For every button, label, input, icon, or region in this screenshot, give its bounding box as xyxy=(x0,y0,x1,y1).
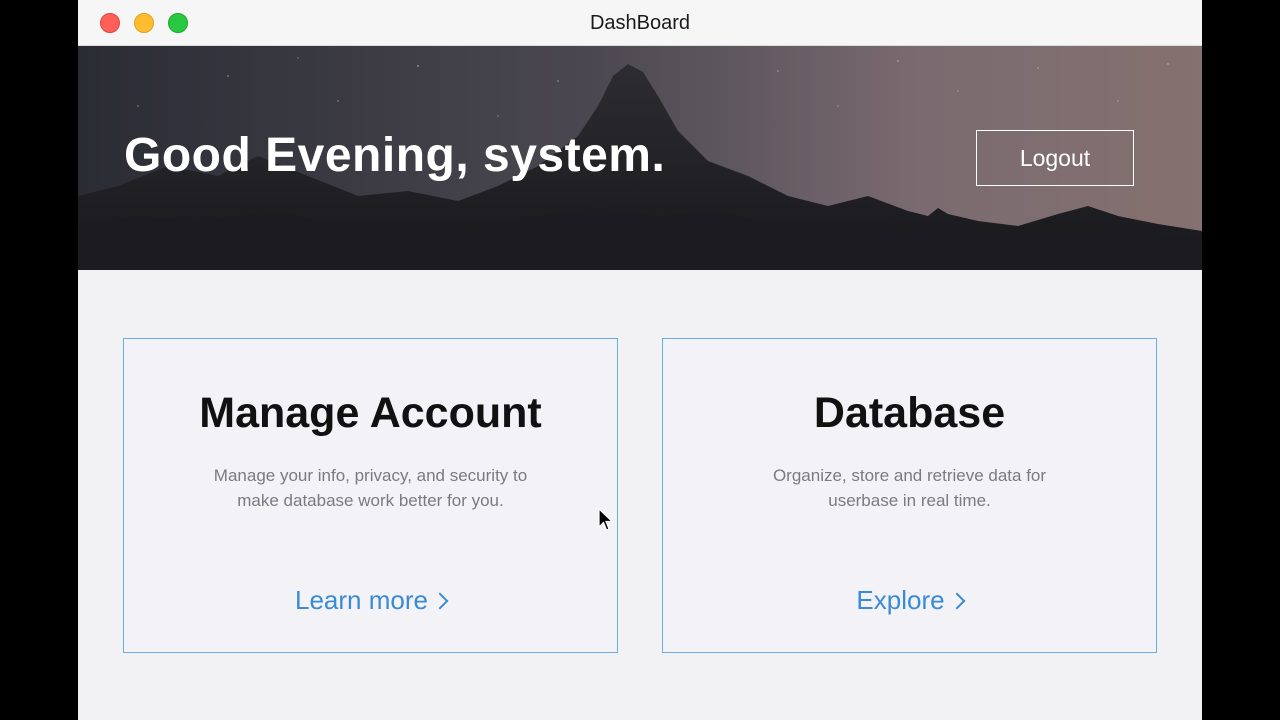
learn-more-label: Learn more xyxy=(295,585,428,615)
chevron-right-icon xyxy=(948,592,966,610)
card-title: Manage Account xyxy=(199,389,542,437)
app-window: DashBoard Good Evening, system. Logout M… xyxy=(78,0,1202,720)
card-description-line: Manage your info, privacy, and security … xyxy=(213,466,528,485)
hero-banner: Good Evening, system. Logout xyxy=(78,46,1202,270)
card-description-line: make database work better for you. xyxy=(237,491,504,510)
manage-account-card: Manage Account Manage your info, privacy… xyxy=(123,338,618,653)
window-title: DashBoard xyxy=(589,12,691,34)
card-title: Database xyxy=(813,389,1006,437)
card-description-line: Organize, store and retrieve data for xyxy=(772,466,1047,485)
card-description: Organize, store and retrieve data for us… xyxy=(703,463,1116,513)
learn-more-link[interactable]: Learn more xyxy=(124,585,617,616)
greeting-heading: Good Evening, system. xyxy=(124,129,666,182)
card-description: Manage your info, privacy, and security … xyxy=(164,463,577,513)
explore-label: Explore xyxy=(856,585,945,615)
explore-link[interactable]: Explore xyxy=(663,585,1156,616)
chevron-right-icon xyxy=(431,592,449,610)
database-card: Database Organize, store and retrieve da… xyxy=(662,338,1157,653)
logout-button[interactable]: Logout xyxy=(976,130,1134,186)
title-bar: DashBoard xyxy=(78,0,1202,46)
card-description-line: userbase in real time. xyxy=(828,491,991,510)
mouse-cursor-icon xyxy=(598,508,614,531)
